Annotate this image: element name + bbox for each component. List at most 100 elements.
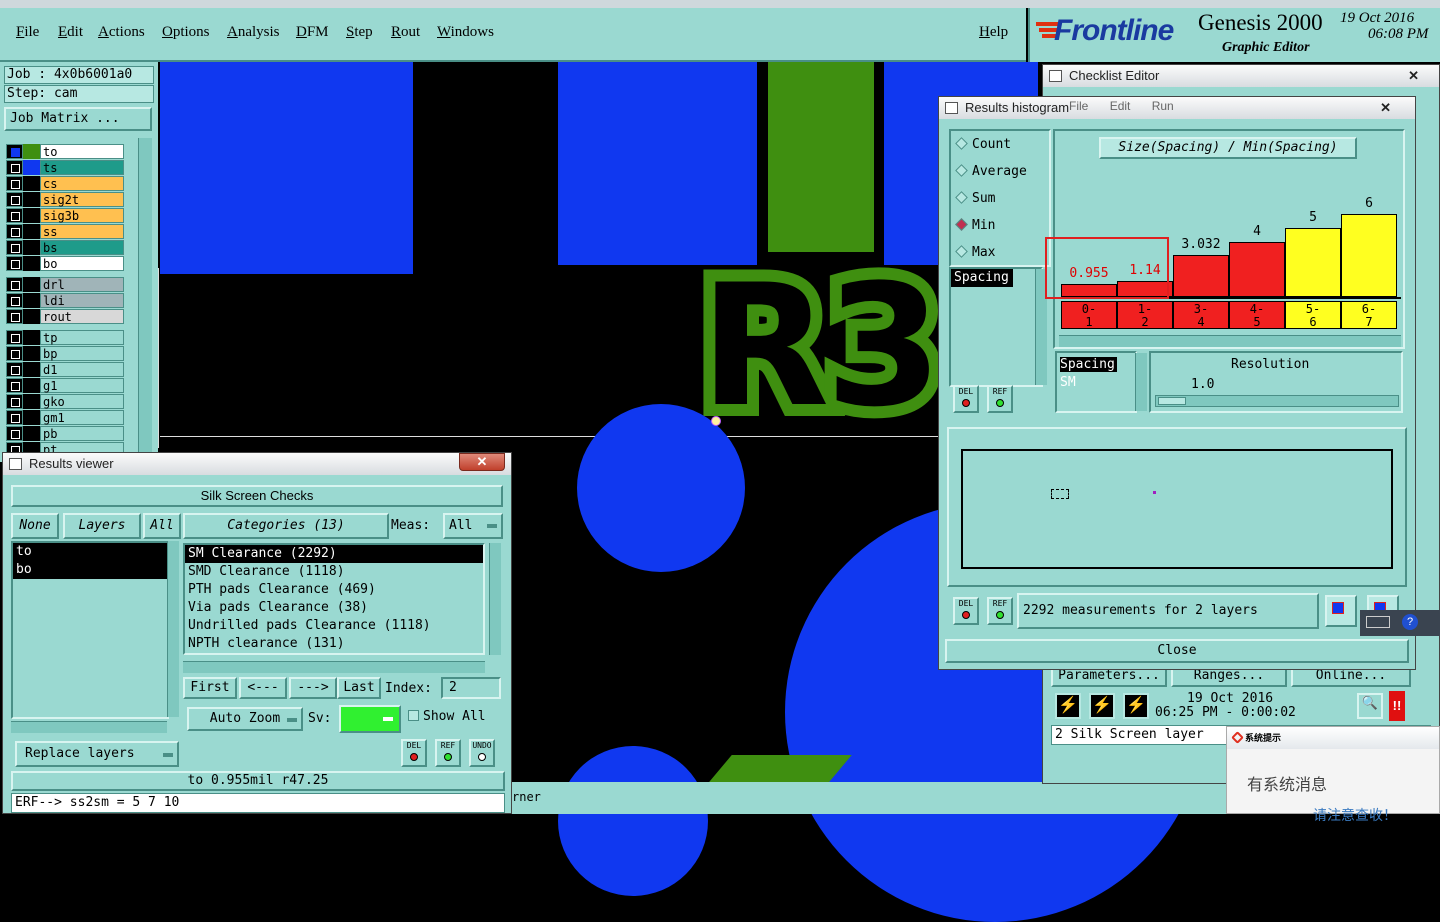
none-button[interactable]: None bbox=[11, 513, 59, 539]
sv-color-dropdown[interactable] bbox=[339, 705, 401, 733]
layer-checkbox[interactable] bbox=[6, 224, 23, 239]
first-button[interactable]: First bbox=[183, 677, 237, 699]
layer-name[interactable]: ts bbox=[40, 160, 124, 175]
close-icon[interactable]: ✕ bbox=[1408, 65, 1419, 87]
layer-checkbox[interactable] bbox=[6, 346, 23, 361]
layer-name[interactable]: sig2t bbox=[40, 192, 124, 207]
histogram-list[interactable]: Spacing bbox=[949, 267, 1043, 387]
mode-radio[interactable]: Average bbox=[955, 164, 1027, 179]
list-item[interactable]: Spacing bbox=[951, 269, 1013, 287]
show-all-checkbox[interactable] bbox=[408, 710, 419, 721]
layer-color-swatch[interactable] bbox=[23, 160, 40, 175]
menu-actions[interactable]: Actions bbox=[98, 24, 145, 41]
layer-row[interactable]: to bbox=[6, 144, 124, 159]
layer-color-swatch[interactable] bbox=[23, 426, 40, 441]
layer-name[interactable]: tp bbox=[40, 330, 124, 345]
layer-color-swatch[interactable] bbox=[23, 176, 40, 191]
categories-hscroll[interactable] bbox=[183, 661, 485, 673]
layer-name[interactable]: cs bbox=[40, 176, 124, 191]
list-item[interactable]: to bbox=[13, 543, 167, 561]
layer-row[interactable]: bo bbox=[6, 256, 124, 271]
menu-analysis[interactable]: Analysis bbox=[227, 24, 280, 41]
undo-button[interactable]: UNDO bbox=[469, 739, 495, 767]
histogram-titlebar[interactable]: Results histogram ✕ bbox=[939, 97, 1415, 119]
layer-color-swatch[interactable] bbox=[23, 309, 40, 324]
ref-button[interactable]: REF bbox=[987, 385, 1013, 413]
replace-layers-dropdown[interactable]: Replace layers bbox=[15, 741, 179, 767]
preview-area[interactable] bbox=[961, 449, 1393, 569]
layer-name[interactable]: sig3b bbox=[40, 208, 124, 223]
menu-help[interactable]: Help bbox=[979, 24, 1008, 41]
run-icon[interactable]: ⚡ bbox=[1055, 693, 1081, 719]
categories-button[interactable]: Categories (13) bbox=[183, 513, 389, 539]
menu-options[interactable]: Options bbox=[162, 24, 210, 41]
layer-name[interactable]: ss bbox=[40, 224, 124, 239]
layer-checkbox[interactable] bbox=[6, 240, 23, 255]
menu-edit[interactable]: Edit bbox=[58, 24, 83, 41]
layer-color-swatch[interactable] bbox=[23, 256, 40, 271]
layer-name[interactable]: gm1 bbox=[40, 410, 124, 425]
list-item[interactable]: bo bbox=[13, 561, 167, 579]
layer-row[interactable]: bs bbox=[6, 240, 124, 255]
layer-row[interactable]: gm1 bbox=[6, 410, 124, 425]
layer-checkbox[interactable] bbox=[6, 426, 23, 441]
layer-checkbox[interactable] bbox=[6, 378, 23, 393]
bar-range-label[interactable]: 0- 1 bbox=[1061, 301, 1117, 329]
last-button[interactable]: Last bbox=[337, 677, 381, 699]
layer-checkbox[interactable] bbox=[6, 144, 23, 159]
layer-color-swatch[interactable] bbox=[23, 192, 40, 207]
prev-button[interactable]: <--- bbox=[239, 677, 287, 699]
layer-row[interactable]: cs bbox=[6, 176, 124, 191]
del-button[interactable]: DEL bbox=[401, 739, 427, 767]
menu-windows[interactable]: Windows bbox=[437, 24, 494, 41]
layer-list-scrollbar[interactable] bbox=[167, 541, 179, 717]
layer-row[interactable]: g1 bbox=[6, 378, 124, 393]
bar-range-label[interactable]: 5- 6 bbox=[1285, 301, 1341, 329]
layer-checkbox[interactable] bbox=[6, 176, 23, 191]
close-icon[interactable]: ✕ bbox=[1380, 97, 1391, 119]
layer-row[interactable]: gko bbox=[6, 394, 124, 409]
bar-range-label[interactable]: 6- 7 bbox=[1341, 301, 1397, 329]
selection-scrollbar[interactable] bbox=[1135, 353, 1147, 411]
category-item[interactable]: Undrilled pads Clearance (1118) bbox=[185, 617, 483, 635]
layer-color-swatch[interactable] bbox=[23, 330, 40, 345]
layer-color-swatch[interactable] bbox=[23, 277, 40, 292]
checklist-titlebar[interactable]: Checklist Editor ✕ bbox=[1043, 65, 1439, 87]
layer-name[interactable]: pb bbox=[40, 426, 124, 441]
layer-name[interactable]: g1 bbox=[40, 378, 124, 393]
layer-row[interactable]: tp bbox=[6, 330, 124, 345]
layer-row[interactable]: sig2t bbox=[6, 192, 124, 207]
job-matrix-button[interactable]: Job Matrix ... bbox=[4, 107, 152, 131]
layer-row[interactable]: rout bbox=[6, 309, 124, 324]
menu-step[interactable]: Step bbox=[346, 24, 373, 41]
layer-color-swatch[interactable] bbox=[23, 394, 40, 409]
layer-color-swatch[interactable] bbox=[23, 410, 40, 425]
keyboard-icon[interactable] bbox=[1366, 616, 1390, 628]
layer-color-swatch[interactable] bbox=[23, 362, 40, 377]
layer-color-swatch[interactable] bbox=[23, 378, 40, 393]
layer-row[interactable]: ss bbox=[6, 224, 124, 239]
bar-range-label[interactable]: 3- 4 bbox=[1173, 301, 1229, 329]
close-icon[interactable]: ✕ bbox=[459, 453, 505, 471]
layer-name[interactable]: to bbox=[40, 144, 124, 159]
layer-scrollbar[interactable] bbox=[138, 138, 152, 462]
auto-zoom-dropdown[interactable]: Auto Zoom bbox=[187, 707, 303, 731]
index-input[interactable]: 2 bbox=[441, 677, 501, 699]
ref-button[interactable]: REF bbox=[435, 739, 461, 767]
category-item[interactable]: SM Clearance (2292) bbox=[185, 545, 483, 563]
menu-dfm[interactable]: DFM bbox=[296, 24, 329, 41]
del-button[interactable]: DEL bbox=[953, 385, 979, 413]
category-item[interactable]: SMD Clearance (1118) bbox=[185, 563, 483, 581]
export-icon[interactable] bbox=[1325, 595, 1357, 627]
layer-checkbox[interactable] bbox=[6, 362, 23, 377]
layer-checkbox[interactable] bbox=[6, 394, 23, 409]
menu-rout[interactable]: Rout bbox=[391, 24, 420, 41]
layer-row[interactable]: d1 bbox=[6, 362, 124, 377]
category-item[interactable]: NPTH clearance (131) bbox=[185, 635, 483, 653]
layer-checkbox[interactable] bbox=[6, 160, 23, 175]
run-icon[interactable]: ⚡ bbox=[1089, 693, 1115, 719]
bar-range-label[interactable]: 1- 2 bbox=[1117, 301, 1173, 329]
mode-radio[interactable]: Min bbox=[955, 218, 995, 233]
layer-color-swatch[interactable] bbox=[23, 144, 40, 159]
zoom-icon[interactable]: 🔍 bbox=[1357, 693, 1383, 719]
